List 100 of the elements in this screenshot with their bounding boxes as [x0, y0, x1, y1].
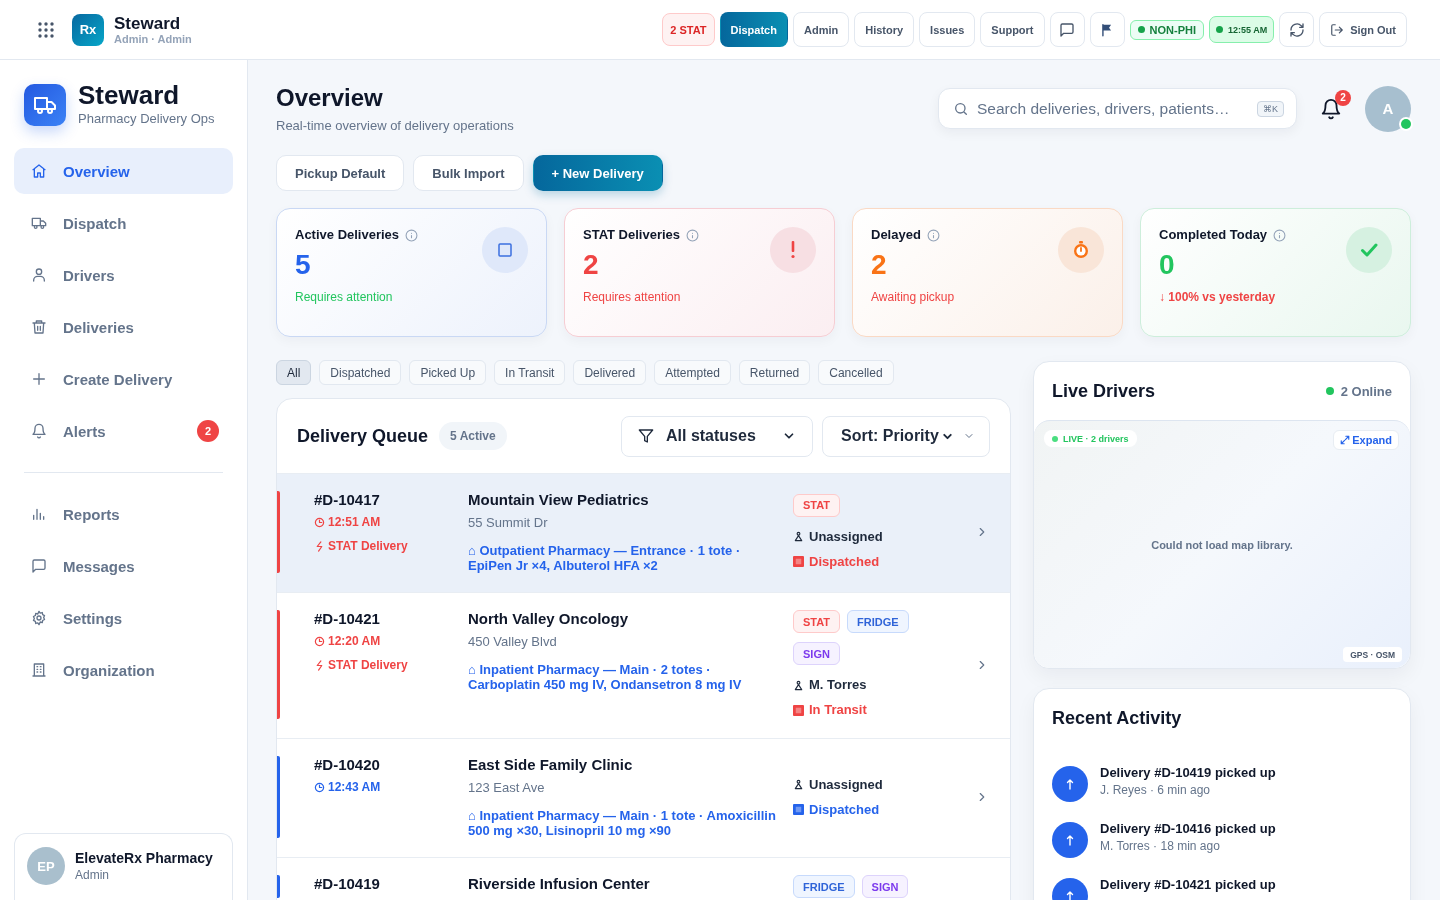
- active-count-pill: 5 Active: [439, 422, 507, 450]
- nav-tab[interactable]: Admin: [792, 12, 850, 47]
- bolt-icon: [314, 541, 325, 552]
- activity-meta: J. Reyes · 6 min ago: [1100, 783, 1212, 798]
- expand-icon: [1340, 435, 1351, 445]
- brand-name: Steward: [78, 83, 181, 107]
- queue-row[interactable]: #D-10417 12:51 AM STAT Delivery Mountain View Pediatrics 55 Summit Dr ⌂ Outpatient Pharmacy — Entrance · 1 tote · EpiPen Jr ×4, Albuterol HFA ×2 STAT Unassigned Dispatched: [277, 474, 1010, 593]
- app-grid-icon[interactable]: [38, 21, 54, 38]
- sidebar-item[interactable]: Overview: [14, 148, 233, 194]
- settings-icon: [31, 610, 47, 626]
- filter-chip[interactable]: Returned: [738, 360, 811, 385]
- map-attribution: GPS · OSM: [1343, 647, 1402, 662]
- stopwatch-icon: [1058, 227, 1104, 273]
- facility-name: Riverside Infusion Center: [468, 875, 651, 893]
- status-dot-icon: [1216, 26, 1223, 33]
- status-square-icon: [793, 804, 804, 815]
- account-name: ElevateRx Pharmacy: [75, 850, 213, 866]
- sidebar-item[interactable]: Deliveries: [14, 304, 233, 350]
- info-icon: [405, 228, 419, 242]
- info-icon: [686, 228, 700, 242]
- facility-name: Mountain View Pediatrics: [468, 491, 650, 509]
- facility-address: 450 Valley Blvd: [468, 634, 558, 650]
- delivery-tag: STAT: [793, 610, 841, 633]
- sidebar-item[interactable]: Alerts 2: [14, 408, 233, 454]
- delivery-tag: SIGN: [793, 642, 840, 665]
- plus-icon: [31, 371, 47, 387]
- filter-chip[interactable]: Attempted: [654, 360, 731, 385]
- truck-icon: [31, 215, 47, 231]
- sidebar-item[interactable]: Create Delivery: [14, 356, 233, 402]
- facility-name: North Valley Oncology: [468, 610, 630, 628]
- bar-chart-icon: [31, 506, 47, 522]
- stat-title: Completed Today: [1159, 227, 1268, 243]
- nav-tab[interactable]: History: [854, 12, 915, 47]
- action-button[interactable]: Pickup Default: [276, 155, 405, 191]
- status-square-icon: [793, 556, 804, 567]
- sign-out-icon: [1330, 22, 1345, 37]
- flag-button[interactable]: [1089, 12, 1125, 47]
- filter-chip[interactable]: All: [276, 360, 312, 385]
- pickup-details: ⌂ Inpatient Pharmacy — Main · 1 tote · Amoxicillin 500 mg ×30, Lisinopril 10 mg ×90: [468, 808, 777, 838]
- expand-button[interactable]: Expand: [1333, 430, 1399, 450]
- filter-chip[interactable]: Delivered: [573, 360, 647, 385]
- stat-note: ↓ 100% vs yesterday: [1159, 290, 1277, 305]
- map-error-message: Could not load map library.: [1151, 538, 1293, 551]
- status-dot-icon: [1052, 435, 1058, 442]
- stat-alert-button[interactable]: 2 STAT: [662, 13, 715, 46]
- filter-chip[interactable]: Picked Up: [409, 360, 487, 385]
- filter-chip[interactable]: Dispatched: [319, 360, 402, 385]
- chat-icon: [1059, 21, 1076, 38]
- action-button[interactable]: Bulk Import: [413, 155, 524, 191]
- delivery-time: 12:20 AM: [328, 634, 381, 649]
- live-label: LIVE · 2 drivers: [1063, 433, 1129, 444]
- stat-value: 5: [295, 249, 312, 281]
- refresh-button[interactable]: [1279, 12, 1315, 47]
- sidebar-item[interactable]: Settings: [14, 595, 233, 641]
- clock-icon: [314, 517, 325, 528]
- delivery-status: In Transit: [809, 701, 867, 719]
- stat-title: STAT Deliveries: [583, 227, 681, 243]
- app-logo: Rx: [72, 13, 104, 46]
- clock-icon: [314, 636, 325, 647]
- search-field[interactable]: Search deliveries, drivers, patients…: [977, 99, 1249, 118]
- person-icon: [793, 779, 804, 790]
- truck-logo-icon: [24, 83, 66, 126]
- pickup-details: ⌂ Outpatient Pharmacy — Entrance · 1 tote · EpiPen Jr ×4, Albuterol HFA ×2: [468, 543, 742, 573]
- status-square-icon: [793, 704, 804, 716]
- search-bar[interactable]: Search deliveries, drivers, patients… ⌘K: [938, 88, 1297, 129]
- bell-icon[interactable]: [1320, 97, 1342, 120]
- search-icon: [953, 100, 969, 117]
- card-title: Live Drivers: [1052, 380, 1156, 402]
- delivery-tag: SIGN: [861, 875, 909, 898]
- delivery-tag: FRIDGE: [847, 610, 909, 633]
- nav-tab[interactable]: Issues: [919, 12, 976, 47]
- filter-chip[interactable]: In Transit: [494, 360, 566, 385]
- sidebar-item[interactable]: Organization: [14, 647, 233, 693]
- activity-meta: M. Torres · 18 min ago: [1100, 839, 1221, 854]
- sidebar-item[interactable]: Drivers: [14, 252, 233, 298]
- sidebar-item[interactable]: Dispatch: [14, 200, 233, 246]
- status-dot-icon: [1137, 26, 1145, 33]
- stat-value: 2: [871, 249, 888, 281]
- sidebar-item[interactable]: Reports: [14, 491, 233, 537]
- sidebar-item[interactable]: Messages: [14, 543, 233, 589]
- trash-icon: [31, 319, 47, 335]
- new-delivery-button[interactable]: + New Delivery: [532, 155, 663, 191]
- priority-label: STAT Delivery: [328, 658, 408, 673]
- card-title: Recent Activity: [1052, 708, 1183, 729]
- chat-icon: [31, 558, 47, 574]
- messages-button[interactable]: [1049, 12, 1085, 47]
- arrow-up-icon: [1052, 766, 1088, 802]
- check-icon: [1346, 227, 1392, 273]
- nav-tab[interactable]: Support: [980, 12, 1045, 47]
- notification-count-badge: 2: [1335, 89, 1351, 106]
- account-card[interactable]: EP ElevateRx Pharmacy Admin: [14, 833, 233, 900]
- brand-tagline: Pharmacy Delivery Ops: [78, 111, 215, 126]
- activity-title: Delivery #D-10421 picked up: [1100, 877, 1276, 893]
- sign-out-button[interactable]: Sign Out: [1319, 12, 1407, 47]
- nav-tab[interactable]: Dispatch: [719, 12, 788, 47]
- status-filter-dropdown[interactable]: All statuses: [621, 415, 813, 457]
- stat-value: 0: [1159, 249, 1176, 281]
- bell-icon: [31, 423, 47, 439]
- filter-chip[interactable]: Cancelled: [818, 360, 894, 385]
- sort-dropdown[interactable]: Sort: Priority: [822, 415, 990, 457]
